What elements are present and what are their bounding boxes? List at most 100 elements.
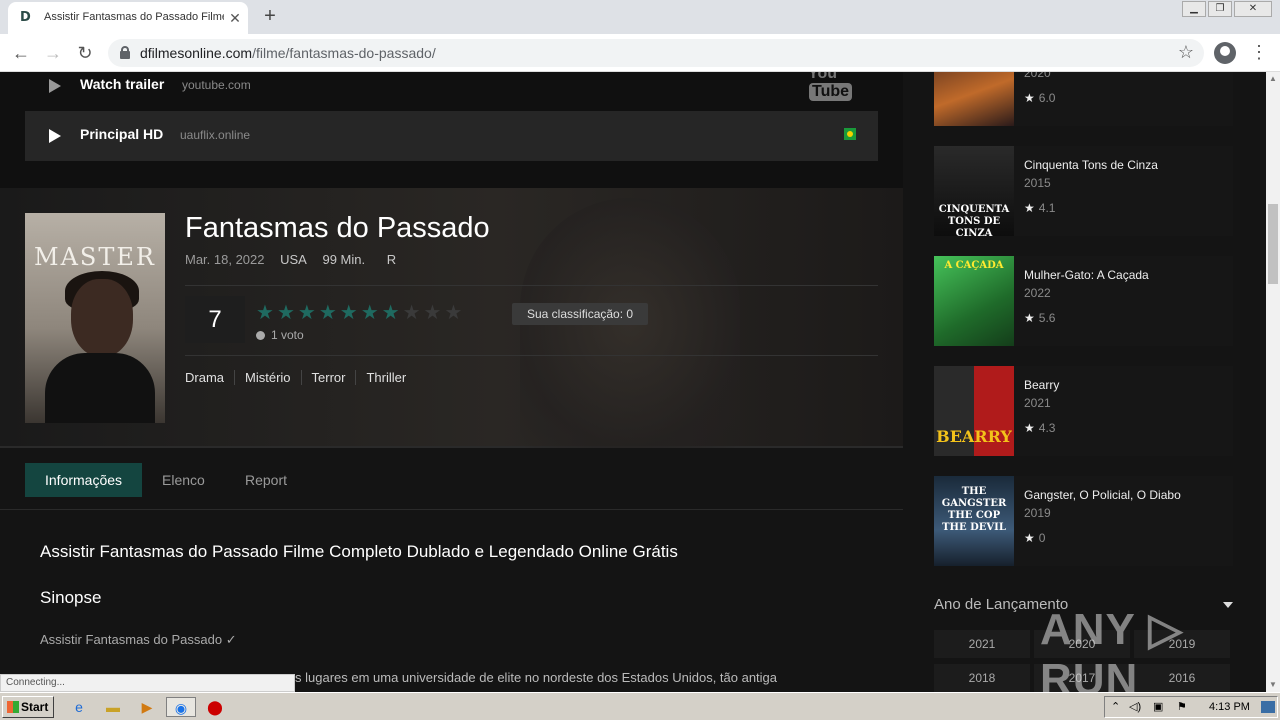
player-host: youtube.com <box>182 78 251 92</box>
forward-arrow-icon[interactable]: → <box>40 40 66 66</box>
genre-link[interactable]: Mistério <box>234 370 301 385</box>
restore-button[interactable]: ❐ <box>1208 1 1232 17</box>
network-icon[interactable]: ▣ <box>1153 700 1163 713</box>
system-tray: ⌃ ◁) ▣ ⚑ 4:13 PM <box>1104 696 1278 718</box>
genre-link[interactable]: Terror <box>300 370 356 385</box>
youtube-logo-icon: YouTube <box>808 72 878 101</box>
play-icon <box>49 129 61 143</box>
star-icon[interactable]: ★ <box>444 302 465 324</box>
movie-thumbnail: THE GANGSTER THE COP THE DEVIL <box>934 476 1014 566</box>
media-player-icon[interactable]: ▶ <box>136 697 158 717</box>
genre-link[interactable]: Drama <box>185 370 234 385</box>
star-icon[interactable]: ★ <box>298 302 319 324</box>
thumbnail-text: BEARRY <box>936 427 1012 446</box>
star-icon[interactable]: ★ <box>340 302 361 324</box>
star-icon[interactable]: ★ <box>277 302 298 324</box>
status-bar: Connecting... <box>0 674 295 692</box>
thumbnail-text: CINQUENTA TONS DE CINZA <box>938 204 1010 236</box>
star-icon[interactable]: ★ <box>319 302 340 324</box>
folder-icon[interactable]: ▬ <box>102 697 124 717</box>
page-scrollbar[interactable]: ▲ ▼ <box>1266 72 1280 692</box>
star-icon: ★ <box>1024 91 1035 105</box>
movie-title: Bearry <box>1024 378 1060 392</box>
scroll-thumb[interactable] <box>1268 204 1278 284</box>
play-icon <box>49 79 61 93</box>
web-page: Watch trailer youtube.com YouTube Princi… <box>0 72 1266 692</box>
player-option-principal[interactable]: Principal HD uauflix.online <box>25 111 878 161</box>
player-host: uauflix.online <box>180 128 251 142</box>
movie-thumbnail <box>934 72 1014 126</box>
related-sidebar: 2020 ★ 6.0 CINQUENTA TONS DE CINZA Cinque… <box>903 72 1266 692</box>
related-movie-item[interactable]: 2020 ★ 6.0 <box>934 72 1233 126</box>
related-movie-item[interactable]: A CAÇADA Mulher-Gato: A Caçada 2022 ★ 5.6 <box>934 256 1233 346</box>
brazil-flag-icon <box>844 128 856 140</box>
back-arrow-icon[interactable]: ← <box>8 40 34 66</box>
star-icon[interactable]: ★ <box>361 302 382 324</box>
movie-year: 2020 <box>1024 72 1051 80</box>
year-filter[interactable]: 2018 <box>934 664 1030 692</box>
poster-title: MASTER <box>34 243 156 271</box>
show-desktop-icon[interactable] <box>1261 701 1275 713</box>
movie-header: MASTER Fantasmas do Passado Mar. 18, 202… <box>0 188 903 448</box>
related-movie-item[interactable]: CINQUENTA TONS DE CINZA Cinquenta Tons d… <box>934 146 1233 236</box>
movie-year: 2021 <box>1024 396 1051 410</box>
related-movie-item[interactable]: BEARRY Bearry 2021 ★ 4.3 <box>934 366 1233 456</box>
scroll-up-icon[interactable]: ▲ <box>1266 72 1280 86</box>
thumbnail-text: THE GANGSTER THE COP THE DEVIL <box>941 486 1007 533</box>
country: USA <box>280 252 307 267</box>
tab-report[interactable]: Report <box>225 463 307 497</box>
profile-icon[interactable] <box>1214 42 1236 64</box>
synopsis-heading: Sinopse <box>40 588 102 607</box>
ie-icon[interactable]: e <box>68 697 90 717</box>
player-option-trailer[interactable]: Watch trailer youtube.com YouTube <box>25 72 878 111</box>
start-button[interactable]: Start <box>2 696 54 718</box>
divider <box>185 285 878 286</box>
movie-thumbnail: CINQUENTA TONS DE CINZA <box>934 146 1014 236</box>
movie-title: Cinquenta Tons de Cinza <box>1024 158 1158 172</box>
synopsis-text: s lugares em uma universidade de elite n… <box>295 670 778 685</box>
chevron-up-icon[interactable]: ⌃ <box>1111 700 1120 713</box>
new-tab-button[interactable]: + <box>258 5 282 29</box>
movie-thumbnail: BEARRY <box>934 366 1014 456</box>
related-movie-item[interactable]: THE GANGSTER THE COP THE DEVIL Gangster,… <box>934 476 1233 566</box>
movie-title: Gangster, O Policial, O Diabo <box>1024 488 1181 502</box>
star-icon[interactable]: ★ <box>403 302 424 324</box>
stop-icon[interactable]: ⬤ <box>204 697 226 717</box>
minimize-button[interactable]: ▁ <box>1182 1 1206 17</box>
star-rating[interactable]: ★★★★★★★★★★ <box>256 300 465 325</box>
browser-tab-strip: D Assistir Fantasmas do Passado Filme Co… <box>0 0 1280 34</box>
movie-rating: ★ 6.0 <box>1024 91 1056 105</box>
movie-year: 2019 <box>1024 506 1051 520</box>
player-name: Principal HD <box>80 126 164 142</box>
flag-icon[interactable]: ⚑ <box>1177 700 1187 713</box>
movie-meta: Mar. 18, 2022 USA 99 Min. R <box>185 252 408 267</box>
close-window-button[interactable]: ✕ <box>1234 1 1272 17</box>
genre-list: Drama Mistério Terror Thriller <box>185 370 416 385</box>
user-icon <box>256 331 265 340</box>
thumbnail-text: A CAÇADA <box>944 260 1004 271</box>
bookmark-star-icon[interactable]: ☆ <box>1178 42 1194 63</box>
star-icon[interactable]: ★ <box>256 302 277 324</box>
year-filter[interactable]: 2021 <box>934 630 1030 658</box>
star-icon: ★ <box>1024 311 1035 325</box>
star-icon: ★ <box>1024 201 1035 215</box>
browser-menu-icon[interactable]: ⋮ <box>1250 42 1268 62</box>
browser-tab[interactable]: D Assistir Fantasmas do Passado Filme Co… <box>8 2 248 34</box>
movie-title: Fantasmas do Passado <box>185 212 490 244</box>
address-bar[interactable]: dfilmesonline.com/filme/fantasmas-do-pas… <box>108 39 1204 67</box>
vote-count: 1 voto <box>256 328 304 342</box>
star-icon: ★ <box>1024 531 1035 545</box>
tab-informacoes[interactable]: Informações <box>25 463 143 497</box>
tab-elenco[interactable]: Elenco <box>142 463 225 497</box>
close-tab-icon[interactable]: ✕ <box>226 9 244 27</box>
clock: 4:13 PM <box>1209 701 1250 713</box>
star-icon[interactable]: ★ <box>382 302 403 324</box>
genre-link[interactable]: Thriller <box>355 370 416 385</box>
player-name: Watch trailer <box>80 76 165 92</box>
chrome-icon[interactable]: ◉ <box>166 697 196 717</box>
volume-icon[interactable]: ◁) <box>1129 700 1141 713</box>
star-icon: ★ <box>1024 421 1035 435</box>
main-column: Watch trailer youtube.com YouTube Princi… <box>0 72 903 692</box>
reload-icon[interactable]: ↻ <box>72 40 98 66</box>
star-icon[interactable]: ★ <box>424 302 445 324</box>
